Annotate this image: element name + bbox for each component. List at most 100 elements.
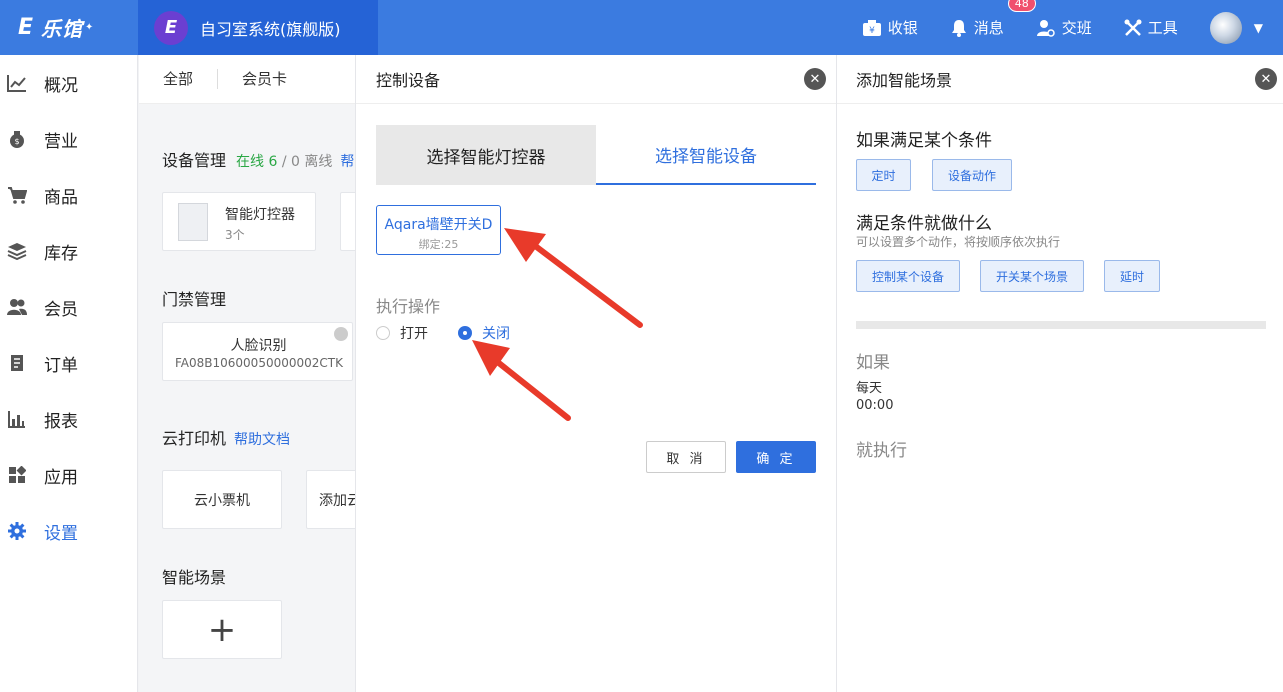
radio-close[interactable] <box>458 326 472 340</box>
offline-count: 0 离线 <box>291 154 333 170</box>
receipt-icon <box>7 353 27 373</box>
sidebar-item-label: 应用 <box>44 467 78 488</box>
users-icon <box>7 297 27 317</box>
door-device-id: FA08B10600050000002CTK <box>175 356 343 370</box>
tab-smart-device[interactable]: 选择智能设备 <box>596 125 816 185</box>
help-docs-link[interactable]: 帮助文档 <box>234 432 290 448</box>
add-scene-button[interactable]: + <box>162 600 282 659</box>
offline-dot-icon <box>334 327 348 341</box>
brand-logo[interactable]: E 乐馆 ✦ <box>0 0 138 55</box>
svg-text:$: $ <box>14 137 19 146</box>
operation-radio-group: 打开 关闭 <box>376 323 510 343</box>
sidebar-item-settings[interactable]: 设置 <box>0 503 137 559</box>
device-option-bind: 绑定:25 <box>418 238 459 251</box>
sidebar-item-label: 设置 <box>44 523 78 544</box>
toggle-scene-action-button[interactable]: 开关某个场景 <box>980 260 1084 292</box>
store-name: 自习室系统(旗舰版) <box>200 19 341 39</box>
sidebar-item-business[interactable]: $ 营业 <box>0 111 137 167</box>
status-separator: / <box>277 154 291 170</box>
condition-title: 如果满足某个条件 <box>856 131 992 151</box>
sidebar-item-reports[interactable]: 报表 <box>0 391 137 447</box>
tools-icon <box>1124 19 1142 36</box>
handover-label: 交班 <box>1061 19 1092 37</box>
sidebar-item-inventory[interactable]: 库存 <box>0 223 137 279</box>
device-card[interactable] <box>340 192 355 251</box>
logo-mark-icon: E <box>18 15 34 40</box>
store-switcher[interactable]: E 自习室系统(旗舰版) <box>138 0 378 55</box>
sidebar-item-label: 会员 <box>44 299 78 320</box>
bell-icon <box>951 19 966 37</box>
cancel-button[interactable]: 取 消 <box>646 441 726 473</box>
close-icon[interactable]: ✕ <box>804 68 826 90</box>
cashier-label: 收银 <box>887 19 918 37</box>
device-action-condition-button[interactable]: 设备动作 <box>932 159 1012 191</box>
sidebar-item-orders[interactable]: 订单 <box>0 335 137 391</box>
close-icon[interactable]: ✕ <box>1255 68 1277 90</box>
radio-open[interactable] <box>376 326 390 340</box>
device-option-aqara[interactable]: Aqara墙壁开关D 绑定:25 <box>376 205 501 255</box>
add-cloud-printer-card[interactable]: 添加云 <box>306 470 355 529</box>
cashier-button[interactable]: ¥ 收银 <box>862 17 918 38</box>
cashier-icon: ¥ <box>862 19 881 36</box>
handover-button[interactable]: 交班 <box>1036 17 1092 38</box>
cloud-receipt-printer-card[interactable]: 云小票机 <box>162 470 282 529</box>
bar-chart-icon <box>7 409 27 429</box>
messages-button[interactable]: 消息 48 <box>950 0 1036 38</box>
device-name: 智能灯控器 <box>225 207 295 223</box>
sidebar-item-products[interactable]: 商品 <box>0 167 137 223</box>
radio-close-label[interactable]: 关闭 <box>482 323 510 343</box>
tab-member-card[interactable]: 会员卡 <box>218 69 311 89</box>
section-title: 设备管理 <box>162 151 227 170</box>
timer-condition-button[interactable]: 定时 <box>856 159 911 191</box>
user-avatar[interactable] <box>1209 11 1242 44</box>
tab-all[interactable]: 全部 <box>139 69 219 89</box>
panel-title: 控制设备 <box>356 55 836 104</box>
device-count: 3个 <box>225 228 245 242</box>
action-hint: 可以设置多个动作，将按顺序依次执行 <box>856 235 1061 249</box>
confirm-button[interactable]: 确 定 <box>736 441 816 473</box>
messages-label: 消息 <box>973 19 1004 37</box>
delay-action-button[interactable]: 延时 <box>1104 260 1160 292</box>
device-type-tabs: 选择智能灯控器 选择智能设备 <box>376 125 816 185</box>
online-count: 在线 6 <box>236 154 278 170</box>
chevron-down-icon[interactable]: ▼ <box>1254 21 1263 35</box>
logo-star-icon: ✦ <box>85 22 94 33</box>
apps-icon <box>7 465 27 485</box>
door-device-name: 人脸识别 <box>230 338 287 354</box>
tools-label: 工具 <box>1147 19 1178 37</box>
chart-line-icon <box>7 73 27 93</box>
device-management-title: 设备管理 在线 6 / 0 离线帮 <box>162 147 354 171</box>
message-count-badge: 48 <box>1007 0 1036 12</box>
cloud-printer-title: 云打印机 帮助文档 <box>162 425 290 449</box>
money-bag-icon: $ <box>7 129 27 149</box>
gear-icon <box>7 521 27 541</box>
add-scene-panel: 添加智能场景 ✕ 如果满足某个条件 定时 设备动作 满足条件就做什么 可以设置多… <box>836 55 1283 692</box>
sidebar-item-label: 库存 <box>44 243 78 264</box>
help-link[interactable]: 帮 <box>340 154 354 170</box>
smart-scene-title: 智能场景 <box>162 568 227 587</box>
radio-open-label[interactable]: 打开 <box>400 323 428 343</box>
header-actions: ¥ 收银 消息 48 交班 工具 ▼ <box>862 0 1283 55</box>
sidebar-item-members[interactable]: 会员 <box>0 279 137 335</box>
if-repeat-value: 每天 <box>856 381 883 396</box>
main-sidebar: 概况 $ 营业 商品 库存 会员 订单 报表 应用 设置 <box>0 55 138 692</box>
settings-tabs: 全部 会员卡 <box>139 55 355 104</box>
control-device-action-button[interactable]: 控制某个设备 <box>856 260 960 292</box>
control-device-panel: 控制设备 ✕ 选择智能灯控器 选择智能设备 Aqara墙壁开关D 绑定:25 执… <box>355 55 836 692</box>
tools-button[interactable]: 工具 <box>1124 17 1178 38</box>
section-title: 云打印机 <box>162 429 227 448</box>
device-option-name: Aqara墙壁开关D <box>384 217 493 233</box>
then-label: 就执行 <box>856 441 907 461</box>
tab-smart-light-controller[interactable]: 选择智能灯控器 <box>376 125 596 185</box>
action-title: 满足条件就做什么 <box>856 214 992 234</box>
sidebar-item-label: 营业 <box>44 131 78 152</box>
settings-page: 全部 会员卡 设备管理 在线 6 / 0 离线帮 智能灯控器 3个 门禁管理 人脸… <box>139 55 355 692</box>
door-management-title: 门禁管理 <box>162 290 227 309</box>
sidebar-item-apps[interactable]: 应用 <box>0 447 137 503</box>
handover-icon <box>1036 19 1055 37</box>
sidebar-item-overview[interactable]: 概况 <box>0 55 137 111</box>
top-header: E 乐馆 ✦ E 自习室系统(旗舰版) ¥ 收银 消息 48 交班 工具 ▼ <box>0 0 1283 55</box>
light-controller-icon <box>178 203 208 241</box>
device-card-light-controller[interactable]: 智能灯控器 3个 <box>162 192 316 251</box>
face-recognition-card[interactable]: 人脸识别 FA08B10600050000002CTK <box>162 322 353 381</box>
